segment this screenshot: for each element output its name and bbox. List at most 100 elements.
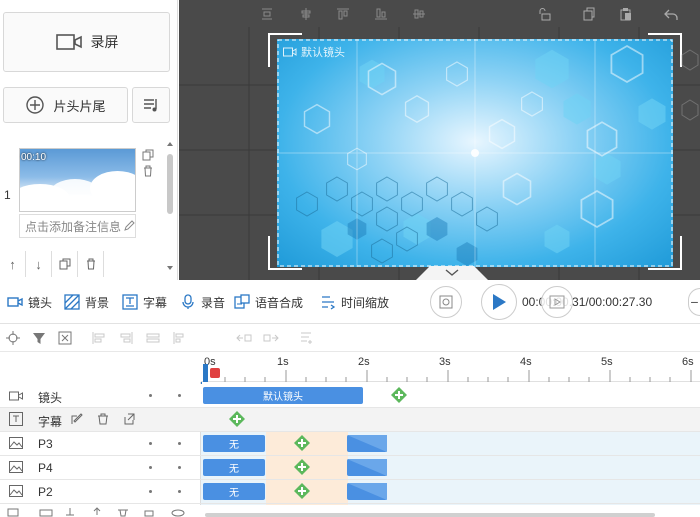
copy-layer-icon[interactable]	[580, 5, 598, 23]
screenshot-icon	[439, 295, 453, 309]
image-icon	[9, 437, 23, 449]
track-dot	[149, 394, 152, 397]
align-track-icon[interactable]	[298, 331, 314, 345]
preview-canvas[interactable]	[277, 39, 673, 267]
align-left-icon[interactable]	[258, 5, 276, 23]
camera-tool-label: 镜头	[28, 295, 53, 310]
trash-icon[interactable]	[141, 164, 155, 178]
subtitle-tool-label: 字幕	[143, 295, 168, 310]
track-dot	[149, 442, 152, 445]
clip-list-scrollbar[interactable]	[165, 140, 175, 275]
subtitle-icon	[9, 412, 23, 426]
align-center-icon[interactable]	[297, 5, 315, 23]
collapse-preview-button[interactable]	[416, 264, 488, 280]
clip-list-actions: ↑ ↓	[0, 250, 106, 278]
align-start-icon[interactable]	[172, 331, 188, 345]
track-label-p3: P3	[38, 437, 53, 451]
camera-icon	[7, 294, 23, 310]
p4-clip-end[interactable]	[347, 459, 387, 476]
filter-icon[interactable]	[31, 331, 47, 345]
p2-clip[interactable]: 无	[203, 483, 265, 500]
record-screen-button[interactable]: 录屏	[3, 12, 170, 72]
background-icon	[64, 294, 80, 310]
trash-icon[interactable]	[97, 413, 109, 425]
track-dot	[149, 490, 152, 493]
track-dot	[178, 394, 181, 397]
audio-tool-label: 录音	[201, 295, 226, 310]
move-left-icon[interactable]	[236, 331, 252, 345]
move-right-icon[interactable]	[263, 331, 279, 345]
ruler-tick-6: 6s	[682, 356, 694, 368]
tts-tool-label: 语音合成	[255, 295, 304, 310]
align-bottom-icon[interactable]	[372, 5, 390, 23]
add-keyframe-icon[interactable]	[294, 435, 310, 451]
track-label-p2: P2	[38, 485, 53, 499]
playhead-handle[interactable]	[201, 362, 223, 384]
clip-note-placeholder: 点击添加备注信息	[25, 219, 122, 234]
record-screen-label: 录屏	[90, 34, 119, 50]
add-keyframe-icon[interactable]	[294, 483, 310, 499]
ruler-tick-4: 4s	[520, 356, 532, 368]
clip-number: 1	[4, 188, 11, 202]
unlock-icon[interactable]	[536, 5, 554, 23]
time-zoom-tool[interactable]: 时间缩放	[320, 292, 389, 312]
crop-corner-bottom-left[interactable]	[268, 236, 302, 270]
p2-clip-end[interactable]	[347, 483, 387, 500]
ruler-tick-2: 2s	[358, 356, 370, 368]
track-label-subtitle: 字幕	[38, 415, 63, 429]
microphone-icon	[180, 294, 196, 310]
timeline-bottom-bar	[0, 505, 700, 517]
add-keyframe-icon[interactable]	[294, 459, 310, 475]
camera-clip[interactable]: 默认镜头	[203, 387, 363, 404]
edit-icon[interactable]	[71, 413, 83, 425]
audio-record-tool[interactable]: 录音	[180, 292, 225, 312]
undo-icon[interactable]	[662, 5, 680, 23]
track-label-p4: P4	[38, 461, 53, 475]
clip-note-input[interactable]: 点击添加备注信息	[19, 214, 136, 238]
titles-label: 片头片尾	[53, 98, 106, 114]
duplicate-icon[interactable]	[52, 251, 78, 277]
track-dot	[178, 490, 181, 493]
distribute-icon[interactable]	[145, 331, 161, 345]
camera-tool[interactable]: 镜头	[7, 292, 52, 312]
clear-filter-icon[interactable]	[57, 331, 73, 345]
preview-play-button[interactable]	[541, 286, 573, 318]
time-zoom-label: 时间缩放	[341, 295, 390, 310]
p3-clip-end[interactable]	[347, 435, 387, 452]
crosshair-icon[interactable]	[5, 331, 21, 345]
p3-clip[interactable]: 无	[203, 435, 265, 452]
play-button[interactable]	[481, 284, 517, 320]
align-top-icon[interactable]	[334, 5, 352, 23]
add-circle-icon	[26, 96, 45, 114]
track-label-camera: 镜头	[38, 391, 63, 405]
crop-corner-top-left[interactable]	[268, 33, 302, 67]
move-up-icon[interactable]: ↑	[0, 251, 26, 277]
align-left-track-icon[interactable]	[91, 331, 107, 345]
align-middle-icon[interactable]	[410, 5, 428, 23]
time-zoom-icon	[320, 294, 336, 310]
delete-icon[interactable]	[78, 251, 104, 277]
camera-icon	[9, 391, 23, 401]
copy-icon[interactable]	[141, 148, 155, 162]
background-tool[interactable]: 背景	[64, 292, 109, 312]
snapshot-button[interactable]	[430, 286, 462, 318]
p4-clip[interactable]: 无	[203, 459, 265, 476]
paste-icon[interactable]	[617, 5, 635, 23]
titles-button[interactable]: 片头片尾	[3, 87, 128, 123]
crop-corner-bottom-right[interactable]	[648, 236, 682, 270]
subtitle-tool[interactable]: 字幕	[122, 292, 167, 312]
crop-corner-top-right[interactable]	[648, 33, 682, 67]
tts-tool[interactable]: 语音合成	[234, 292, 303, 312]
music-list-button[interactable]	[132, 87, 170, 123]
export-icon[interactable]	[123, 413, 135, 425]
align-right-track-icon[interactable]	[118, 331, 134, 345]
track-dot	[178, 442, 181, 445]
ruler-tick-3: 3s	[439, 356, 451, 368]
ruler-tick-1: 1s	[277, 356, 289, 368]
move-down-icon[interactable]: ↓	[26, 251, 52, 277]
music-list-icon	[144, 99, 157, 112]
add-keyframe-icon[interactable]	[229, 411, 245, 427]
preview-right-strip	[680, 40, 700, 260]
subtitle-icon	[122, 294, 138, 310]
add-keyframe-icon[interactable]	[391, 387, 407, 403]
